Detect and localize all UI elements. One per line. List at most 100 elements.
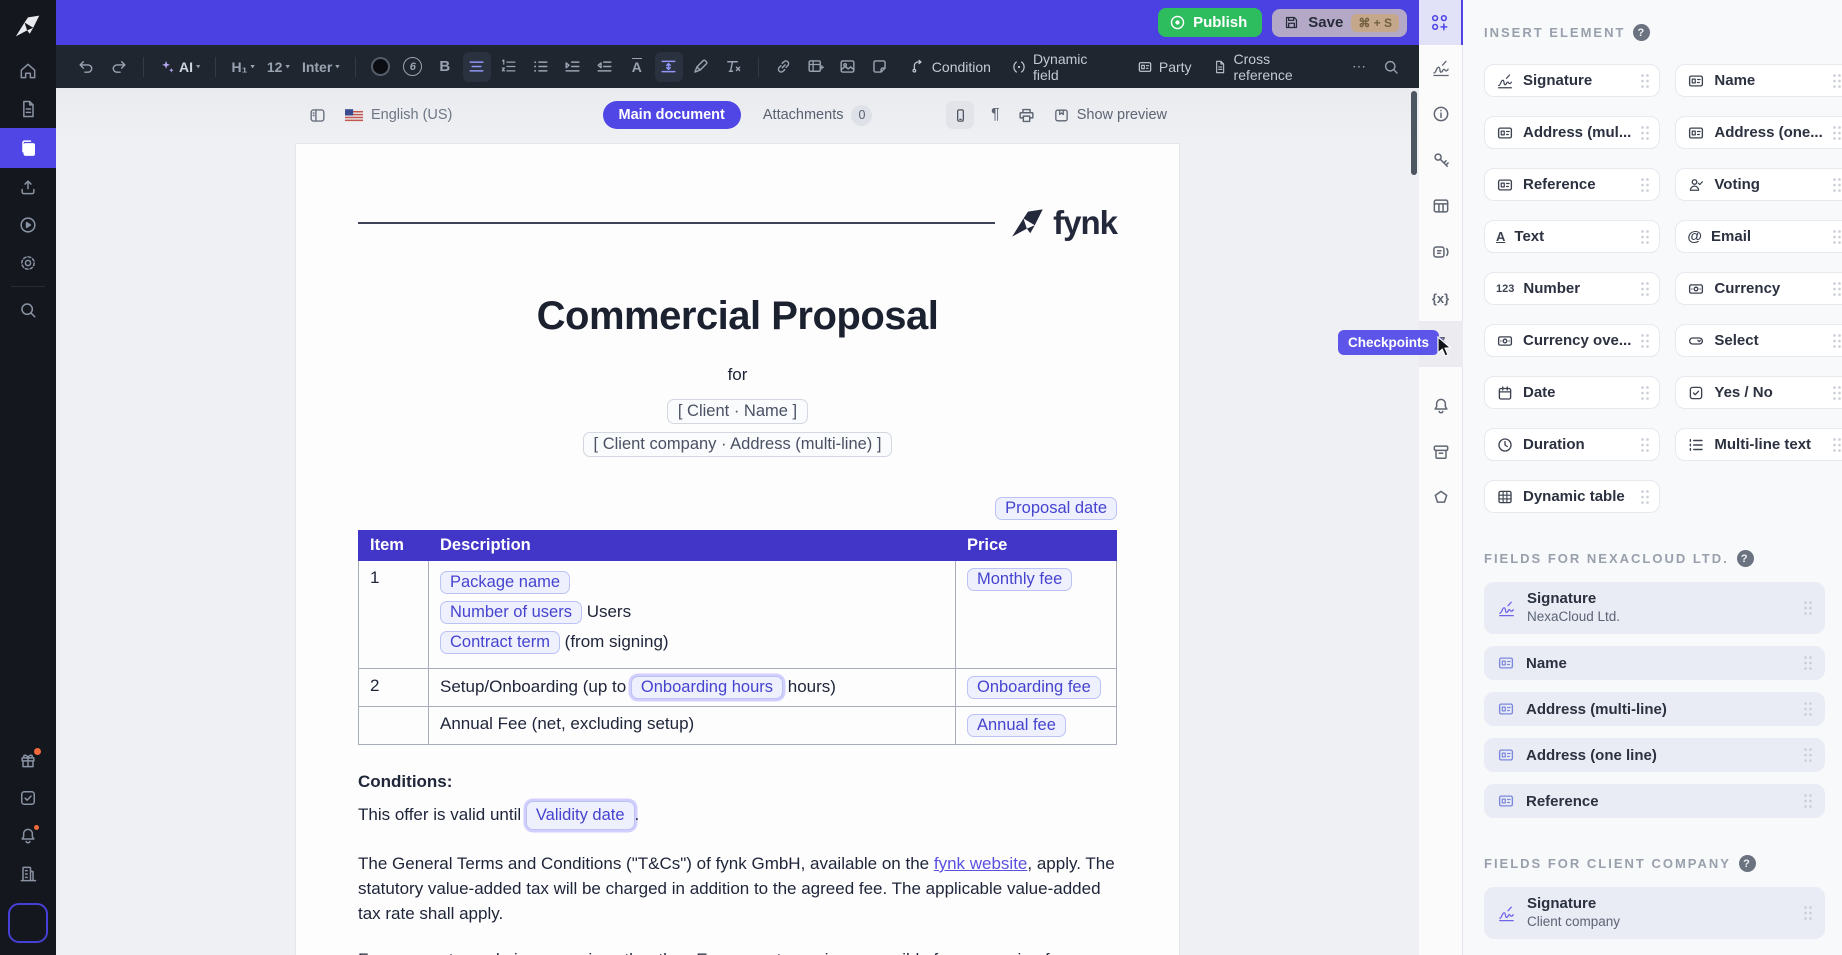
insert-card-number[interactable]: 123 Number xyxy=(1484,272,1661,305)
highlight-color-button[interactable]: 6 xyxy=(399,52,427,82)
insert-card-reference[interactable]: Reference xyxy=(1484,168,1661,201)
drag-handle-icon[interactable] xyxy=(1640,177,1650,193)
toolbar-search-button[interactable] xyxy=(1377,52,1405,82)
tab-attachments[interactable]: Attachments 0 xyxy=(763,104,873,126)
drag-handle-icon[interactable] xyxy=(1640,437,1650,453)
field-monthly-fee[interactable]: Monthly fee xyxy=(967,568,1073,591)
insert-sticker-button[interactable] xyxy=(866,52,894,82)
drag-handle-icon[interactable] xyxy=(1832,281,1842,297)
drag-handle-icon[interactable] xyxy=(1832,125,1842,141)
drag-handle-icon[interactable] xyxy=(1640,73,1650,89)
dynamic-field-button[interactable]: Dynamic field xyxy=(1003,51,1125,83)
tab-main-document[interactable]: Main document xyxy=(602,101,741,129)
strip-item-approvals[interactable] xyxy=(1419,475,1463,521)
field-client-address[interactable]: [ Client company · Address (multi-line) … xyxy=(582,432,893,457)
language-selector[interactable]: English (US) xyxy=(345,107,452,123)
drag-handle-icon[interactable] xyxy=(1640,489,1650,505)
field-onboarding-fee[interactable]: Onboarding fee xyxy=(967,676,1101,699)
strip-item-signatures[interactable] xyxy=(1419,45,1463,91)
indent-increase-button[interactable] xyxy=(559,52,587,82)
highlighter-button[interactable] xyxy=(687,52,715,82)
sidebar-item-settings[interactable] xyxy=(0,244,56,282)
insert-card-address-one[interactable]: Address (one... xyxy=(1675,116,1842,149)
sidebar-item-organization[interactable] xyxy=(0,855,56,893)
bullet-list-button[interactable] xyxy=(527,52,555,82)
drag-handle-icon[interactable] xyxy=(1803,600,1813,616)
field-proposal-date[interactable]: Proposal date xyxy=(995,497,1117,520)
field-card-signature-nexacloud[interactable]: Signature NexaCloud Ltd. xyxy=(1484,582,1825,634)
indent-decrease-button[interactable] xyxy=(591,52,619,82)
print-button[interactable] xyxy=(1017,106,1036,125)
bold-button[interactable]: B xyxy=(431,52,459,82)
insert-card-currency[interactable]: Currency xyxy=(1675,272,1842,305)
condition-button[interactable]: Condition xyxy=(902,52,999,82)
justify-button[interactable] xyxy=(462,51,491,82)
sidebar-item-tutorials[interactable] xyxy=(0,206,56,244)
strip-item-tables[interactable] xyxy=(1419,183,1463,229)
field-contract-term[interactable]: Contract term xyxy=(440,631,560,654)
drag-handle-icon[interactable] xyxy=(1640,125,1650,141)
ordered-list-button[interactable] xyxy=(495,52,523,82)
drag-handle-icon[interactable] xyxy=(1832,73,1842,89)
save-button[interactable]: Save ⌘ + S xyxy=(1272,8,1407,37)
document-page[interactable]: fynk Commercial Proposal for [ Client · … xyxy=(296,144,1179,955)
undo-button[interactable] xyxy=(72,52,100,82)
insert-card-voting[interactable]: Voting xyxy=(1675,168,1842,201)
insert-card-dynamic-table[interactable]: Dynamic table xyxy=(1484,480,1661,513)
strip-item-archive[interactable] xyxy=(1419,429,1463,475)
drag-handle-icon[interactable] xyxy=(1832,385,1842,401)
field-card-reference[interactable]: Reference xyxy=(1484,784,1825,818)
insert-card-currency-overview[interactable]: Currency ove... xyxy=(1484,324,1661,357)
drag-handle-icon[interactable] xyxy=(1832,333,1842,349)
field-validity-date[interactable]: Validity date xyxy=(525,801,635,830)
drag-handle-icon[interactable] xyxy=(1803,793,1813,809)
insert-card-text[interactable]: A Text xyxy=(1484,220,1661,253)
cross-reference-button[interactable]: Cross reference xyxy=(1204,51,1341,83)
fynk-logo-icon[interactable] xyxy=(0,0,56,52)
drag-handle-icon[interactable] xyxy=(1832,229,1842,245)
insert-card-name[interactable]: Name xyxy=(1675,64,1842,97)
text-color-button[interactable] xyxy=(367,52,395,82)
sidebar-item-import[interactable] xyxy=(0,168,56,206)
vertical-align-button[interactable]: A xyxy=(623,52,651,82)
field-client-name[interactable]: [ Client · Name ] xyxy=(666,399,809,424)
strip-item-comments[interactable] xyxy=(1419,229,1463,275)
insert-link-button[interactable] xyxy=(770,52,798,82)
insert-card-duration[interactable]: Duration xyxy=(1484,428,1661,461)
publish-button[interactable]: Publish xyxy=(1158,8,1263,37)
drag-handle-icon[interactable] xyxy=(1640,229,1650,245)
field-card-signature-client[interactable]: Signature Client company xyxy=(1484,887,1825,939)
insert-card-signature[interactable]: Signature xyxy=(1484,64,1661,97)
field-card-name[interactable]: Name xyxy=(1484,646,1825,680)
sidebar-item-documents[interactable] xyxy=(0,90,56,128)
strip-item-insert-elements[interactable] xyxy=(1418,0,1463,45)
toolbar-more-button[interactable]: ⋯ xyxy=(1345,52,1373,82)
field-card-address-one[interactable]: Address (one line) xyxy=(1484,738,1825,772)
party-button[interactable]: Party xyxy=(1129,52,1200,82)
sidebar-item-notifications[interactable] xyxy=(0,817,56,855)
field-annual-fee[interactable]: Annual fee xyxy=(967,714,1066,737)
mobile-preview-toggle[interactable] xyxy=(946,101,975,129)
field-card-address-multi[interactable]: Address (multi-line) xyxy=(1484,692,1825,726)
insert-card-multi-line-text[interactable]: Multi-line text xyxy=(1675,428,1842,461)
sidebar-item-templates[interactable] xyxy=(0,128,56,168)
strip-item-details[interactable] xyxy=(1419,91,1463,137)
sidebar-item-tasks[interactable] xyxy=(0,779,56,817)
insert-card-date[interactable]: Date xyxy=(1484,376,1661,409)
drag-handle-icon[interactable] xyxy=(1832,177,1842,193)
font-family-select[interactable]: Inter ▾ xyxy=(298,52,344,82)
drag-handle-icon[interactable] xyxy=(1640,333,1650,349)
drag-handle-icon[interactable] xyxy=(1640,385,1650,401)
sidebar-item-whats-new[interactable] xyxy=(0,741,56,779)
insert-card-address-multi[interactable]: Address (mul... xyxy=(1484,116,1661,149)
strip-item-notifications[interactable] xyxy=(1419,383,1463,429)
paragraph-marks-toggle[interactable]: ¶ xyxy=(991,106,1000,124)
insert-card-yes-no[interactable]: Yes / No xyxy=(1675,376,1842,409)
insert-card-select[interactable]: Select xyxy=(1675,324,1842,357)
font-size-select[interactable]: 12 ▾ xyxy=(263,52,294,82)
drag-handle-icon[interactable] xyxy=(1640,281,1650,297)
field-onboarding-hours[interactable]: Onboarding hours xyxy=(630,676,784,699)
strip-item-variables[interactable]: {x} xyxy=(1419,275,1463,321)
insert-image-button[interactable] xyxy=(834,52,862,82)
help-icon[interactable]: ? xyxy=(1738,855,1756,872)
